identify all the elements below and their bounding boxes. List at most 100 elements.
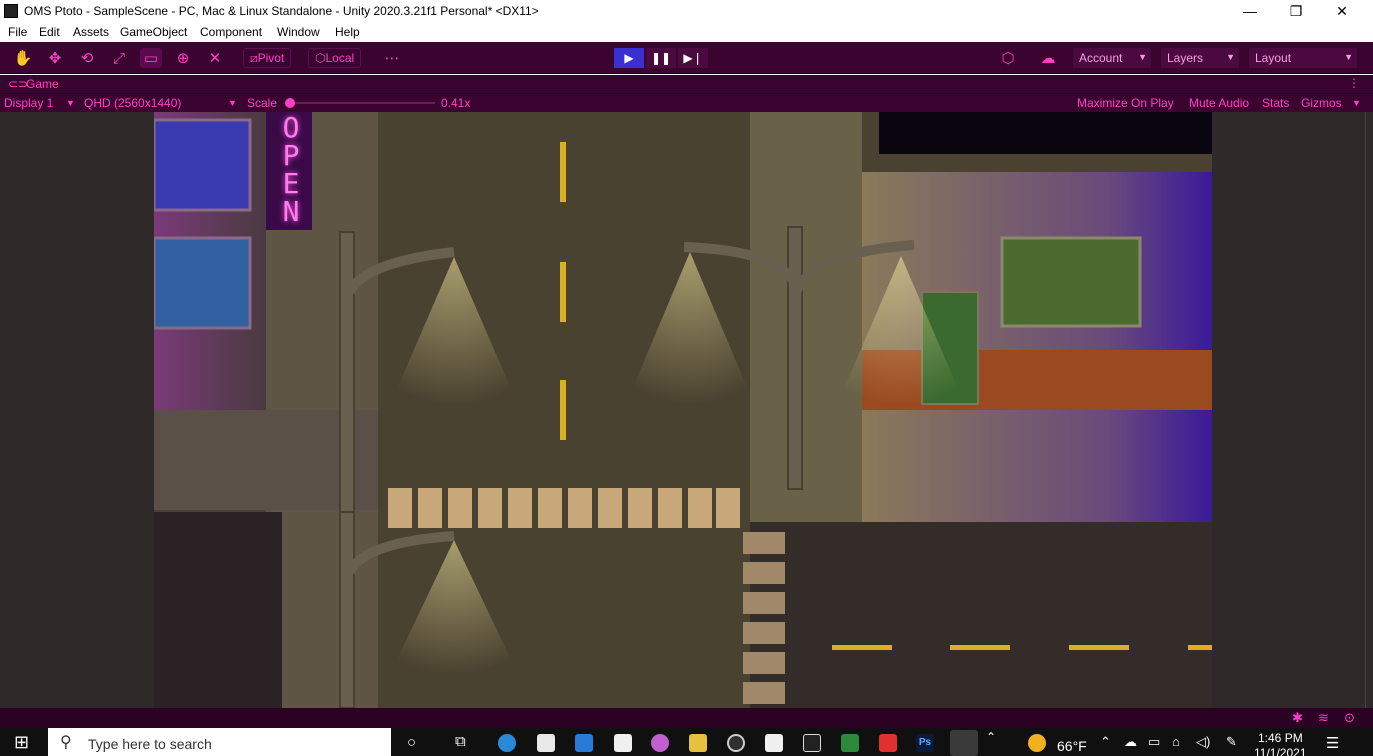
pivot-label: Pivot xyxy=(257,51,285,65)
cloud-icon[interactable]: ☁ xyxy=(1037,48,1059,68)
bug-icon[interactable]: ✱ xyxy=(1292,710,1303,726)
stats-toggle[interactable]: Stats xyxy=(1262,96,1289,110)
scale-slider-track[interactable] xyxy=(290,102,435,104)
search-icon: ⚲ xyxy=(60,734,72,751)
chevron-down-icon: ▼ xyxy=(66,98,75,108)
temperature-label[interactable]: 66°F xyxy=(1057,738,1087,754)
pause-icon: ❚❚ xyxy=(650,51,672,65)
account-dropdown[interactable]: Account ▼ xyxy=(1073,48,1151,68)
file-icon[interactable] xyxy=(614,734,632,752)
gizmos-toggle[interactable]: Gizmos xyxy=(1301,96,1342,110)
grid-snap-icon[interactable]: ⋯ xyxy=(381,48,403,68)
scale-value: 0.41x xyxy=(441,96,471,110)
notification-icon[interactable]: ☰ xyxy=(1326,734,1339,752)
menu-file[interactable]: File xyxy=(8,25,27,39)
menu-bar: File Edit Assets GameObject Component Wi… xyxy=(0,22,1373,42)
edge-icon[interactable] xyxy=(498,734,516,752)
scale-tool-icon[interactable]: ⤢ xyxy=(108,48,130,68)
scene-illustration xyxy=(154,112,1212,708)
mute-audio-toggle[interactable]: Mute Audio xyxy=(1189,96,1249,110)
display-dropdown[interactable]: Display 1 xyxy=(4,96,53,110)
close-button[interactable]: ✕ xyxy=(1319,0,1365,22)
game-control-bar: Display 1 ▼ QHD (2560x1440) ▼ Scale 0.41… xyxy=(0,93,1373,112)
menu-assets[interactable]: Assets xyxy=(73,25,109,39)
tab-game[interactable]: Game xyxy=(26,77,59,91)
mail-icon[interactable] xyxy=(575,734,593,752)
game-scene-render: OPEN xyxy=(154,112,1212,708)
chevron-down-icon: ▼ xyxy=(1352,98,1361,108)
menu-window[interactable]: Window xyxy=(277,25,320,39)
chevron-down-icon: ▼ xyxy=(1138,52,1147,62)
menu-component[interactable]: Component xyxy=(200,25,262,39)
rect-tool-icon[interactable]: ▭ xyxy=(140,48,162,68)
pivot-icon: ⧄ xyxy=(250,51,258,65)
collab-icon[interactable]: ⬡ xyxy=(997,48,1019,68)
layers-dropdown[interactable]: Layers ▼ xyxy=(1161,48,1239,68)
photoshop-icon[interactable]: Ps xyxy=(916,734,934,752)
pen-icon[interactable]: ✎ xyxy=(1226,734,1237,750)
window-title: OMS Ptoto - SampleScene - PC, Mac & Linu… xyxy=(24,4,539,18)
unity-app-icon xyxy=(4,4,18,18)
check-circle-icon[interactable]: ⊙ xyxy=(1344,710,1355,726)
viewport-right-edge xyxy=(1365,112,1373,708)
transform-tool-icon[interactable]: ⊕ xyxy=(172,48,194,68)
unity-taskbar-icon[interactable] xyxy=(950,730,978,756)
custom-tool-icon[interactable]: ✕ xyxy=(204,48,226,68)
cortana-icon[interactable]: ○ xyxy=(407,734,416,751)
window-titlebar: OMS Ptoto - SampleScene - PC, Mac & Linu… xyxy=(0,0,1373,22)
task-view-icon[interactable]: ⧉ xyxy=(455,733,466,750)
chevron-down-icon: ▼ xyxy=(1344,52,1353,62)
game-tab-bar: ⊂⊃ Game ⋮ xyxy=(0,75,1373,93)
weather-sun-icon xyxy=(1028,734,1046,752)
move-tool-icon[interactable]: ✥ xyxy=(44,48,66,68)
local-toggle[interactable]: ⬡Local xyxy=(308,48,362,68)
main-toolbar: ✋ ✥ ⟲ ⤢ ▭ ⊕ ✕ ⧄Pivot ⬡Local ⋯ ▶ ❚❚ ▶❘ ⬡ … xyxy=(0,42,1373,74)
local-label: Local xyxy=(325,51,355,65)
maximize-on-play-toggle[interactable]: Maximize On Play xyxy=(1077,96,1174,110)
status-bar: ✱ ≋ ⊙ xyxy=(0,708,1373,728)
layout-dropdown[interactable]: Layout ▼ xyxy=(1249,48,1357,68)
menu-help[interactable]: Help xyxy=(335,25,360,39)
battery-icon[interactable]: ▭ xyxy=(1148,734,1160,750)
windows-start-icon[interactable]: ⊞ xyxy=(14,732,29,753)
local-icon: ⬡ xyxy=(315,51,326,65)
heart-app-icon[interactable] xyxy=(879,734,897,752)
store-icon[interactable] xyxy=(537,734,555,752)
chevron-up-icon[interactable]: ⌃ xyxy=(986,730,996,744)
network-icon[interactable]: ⌂ xyxy=(1172,734,1180,749)
cloud-sync-icon[interactable]: ☁ xyxy=(1124,734,1137,750)
scale-label: Scale xyxy=(247,96,278,110)
resolution-dropdown[interactable]: QHD (2560x1440) xyxy=(84,96,181,110)
layers-stack-icon[interactable]: ≋ xyxy=(1318,710,1329,726)
paint-icon[interactable] xyxy=(651,734,669,752)
clock-date[interactable]: 11/1/2021 xyxy=(1254,747,1307,756)
shield-app-icon[interactable] xyxy=(841,734,859,752)
step-button[interactable]: ▶❘ xyxy=(678,48,708,68)
scale-slider-thumb[interactable] xyxy=(285,98,295,108)
clock-time[interactable]: 1:46 PM xyxy=(1258,731,1303,745)
menu-gameobject[interactable]: GameObject xyxy=(120,25,187,39)
play-button[interactable]: ▶ xyxy=(614,48,644,68)
menu-edit[interactable]: Edit xyxy=(39,25,60,39)
hand-tool-icon[interactable]: ✋ xyxy=(12,48,34,68)
layout-label: Layout xyxy=(1255,51,1292,65)
play-icon: ▶ xyxy=(624,51,634,65)
taskbar-search-box[interactable]: ⚲ Type here to search xyxy=(48,728,391,756)
folder-icon[interactable] xyxy=(689,734,707,752)
tray-chevron-icon[interactable]: ⌃ xyxy=(1100,734,1111,750)
step-icon: ▶❘ xyxy=(683,51,703,65)
volume-icon[interactable]: ◁) xyxy=(1196,734,1210,750)
chevron-down-icon: ▼ xyxy=(1226,52,1235,62)
unity-hub-icon[interactable] xyxy=(803,734,821,752)
game-viewport[interactable]: OPEN xyxy=(0,112,1373,708)
pivot-toggle[interactable]: ⧄Pivot xyxy=(243,48,292,68)
minimize-button[interactable]: — xyxy=(1227,0,1273,22)
account-label: Account xyxy=(1079,51,1123,65)
maximize-button[interactable]: ❐ xyxy=(1273,0,1319,22)
pause-button[interactable]: ❚❚ xyxy=(646,48,676,68)
obs-icon[interactable] xyxy=(727,734,745,752)
kebab-menu-icon[interactable]: ⋮ xyxy=(1348,76,1360,90)
rotate-tool-icon[interactable]: ⟲ xyxy=(76,48,98,68)
document-icon[interactable] xyxy=(765,734,783,752)
chevron-down-icon: ▼ xyxy=(228,98,237,108)
